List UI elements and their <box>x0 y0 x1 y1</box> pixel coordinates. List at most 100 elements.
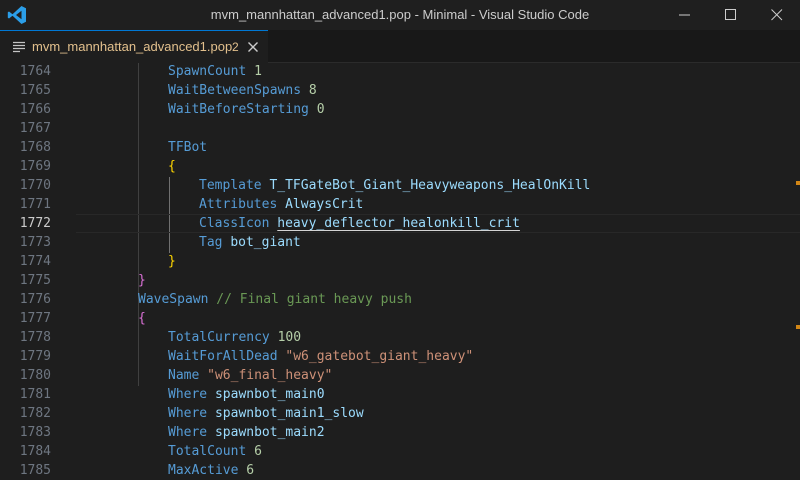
line-number: 1771 <box>19 197 51 212</box>
token: 8 <box>301 83 317 98</box>
code-text: TotalCount 6 <box>168 442 262 461</box>
code-line-1782[interactable]: 1782 Where spawnbot_main1_slow <box>0 404 800 423</box>
token: Where <box>168 387 208 402</box>
token: TotalCount <box>168 444 247 459</box>
code-text: Template T_TFGateBot_Giant_Heavyweapons_… <box>199 176 590 195</box>
close-icon <box>771 9 783 21</box>
close-tab-icon[interactable] <box>247 41 259 53</box>
code-text: Tag bot_giant <box>199 233 301 252</box>
code-text: Attributes AlwaysCrit <box>199 195 363 214</box>
token: Template <box>199 178 262 193</box>
code-text: Where spawnbot_main0 <box>168 385 325 404</box>
code-text: } <box>168 252 176 271</box>
line-number: 1765 <box>19 83 51 98</box>
token: TFBot <box>168 140 208 155</box>
token: SpawnCount <box>168 64 247 79</box>
code-line-1764[interactable]: 1764 SpawnCount 1 <box>0 63 800 81</box>
minimize-icon <box>679 14 690 16</box>
code-text: } <box>138 271 146 290</box>
code-line-1780[interactable]: 1780 Name "w6_final_heavy" <box>0 366 800 385</box>
token: MaxActive <box>168 463 239 478</box>
code-line-1771[interactable]: 1771 Attributes AlwaysCrit <box>0 195 800 214</box>
code-text: TFBot <box>168 138 207 157</box>
code-line-1767[interactable]: 1767 <box>0 119 800 138</box>
overview-ruler-marker <box>796 325 800 329</box>
code-line-1783[interactable]: 1783 Where spawnbot_main2 <box>0 423 800 442</box>
code-line-1769[interactable]: 1769 { <box>0 157 800 176</box>
code-text: { <box>168 157 176 176</box>
code-line-1773[interactable]: 1773 Tag bot_giant <box>0 233 800 252</box>
code-line-1777[interactable]: 1777 { <box>0 309 800 328</box>
token: AlwaysCrit <box>285 197 364 212</box>
line-number: 1779 <box>19 349 51 364</box>
token: TotalCurrency <box>168 330 270 345</box>
token: } <box>168 254 176 269</box>
code-line-1774[interactable]: 1774} <box>0 252 800 271</box>
line-number: 1777 <box>19 311 51 326</box>
code-text: WaitBetweenSpawns 8 <box>168 81 317 100</box>
token: Where <box>168 406 208 421</box>
code-line-1766[interactable]: 1766 WaitBeforeStarting 0 <box>0 100 800 119</box>
token: Where <box>168 425 208 440</box>
code-text: Where spawnbot_main2 <box>168 423 325 442</box>
token: { <box>168 159 176 174</box>
code-line-1765[interactable]: 1765 WaitBetweenSpawns 8 <box>0 81 800 100</box>
line-number: 1764 <box>19 64 51 79</box>
code-line-1770[interactable]: 1770 Template T_TFGateBot_Giant_Heavyweap… <box>0 176 800 195</box>
line-number: 1770 <box>19 178 51 193</box>
code-line-1778[interactable]: 1778 TotalCurrency 100 <box>0 328 800 347</box>
code-line-1785[interactable]: 1785 MaxActive 6 <box>0 461 800 480</box>
token: 6 <box>246 444 262 459</box>
line-number: 1780 <box>19 368 51 383</box>
code-line-1768[interactable]: 1768 TFBot <box>0 138 800 157</box>
line-number: 1775 <box>19 273 51 288</box>
code-text: WaveSpawn // Final giant heavy push <box>138 290 412 309</box>
tab-label: mvm_mannhattan_advanced1.pop <box>32 39 233 54</box>
line-number: 1768 <box>19 140 51 155</box>
token: spawnbot_main0 <box>214 387 325 402</box>
maximize-icon <box>725 9 736 20</box>
overview-ruler-marker <box>796 181 800 185</box>
file-lines-icon <box>13 41 25 53</box>
code-text: Name "w6_final_heavy" <box>168 366 332 385</box>
line-number: 1778 <box>19 330 51 345</box>
code-line-1772[interactable]: 1772 ClassIcon heavy_deflector_healonkill… <box>0 214 800 233</box>
line-number: 1783 <box>19 425 51 440</box>
token: ClassIcon <box>199 216 270 231</box>
token: { <box>138 311 146 326</box>
minimize-button[interactable] <box>662 0 708 30</box>
code-text: TotalCurrency 100 <box>168 328 301 347</box>
maximize-button[interactable] <box>708 0 754 30</box>
code-text: Where spawnbot_main1_slow <box>168 404 364 423</box>
tab-mvm-mannhattan-advanced1[interactable]: mvm_mannhattan_advanced1.pop 2 <box>0 30 268 63</box>
code-line-1776[interactable]: 1776 WaveSpawn // Final giant heavy push <box>0 290 800 309</box>
token: Attributes <box>199 197 278 212</box>
code-text: MaxActive 6 <box>168 461 254 480</box>
code-line-1775[interactable]: 1775} <box>0 271 800 290</box>
token: heavy_deflector_healonkill_crit <box>277 216 520 231</box>
token: 1 <box>246 64 262 79</box>
code-editor[interactable]: 1764 SpawnCount 1 1765 WaitBetweenSpawns 81… <box>0 63 800 480</box>
token: WaveSpawn <box>138 292 209 307</box>
token: "w6_final_heavy" <box>207 368 333 383</box>
line-number: 1774 <box>19 254 51 269</box>
code-line-1779[interactable]: 1779 WaitForAllDead "w6_gatebot_giant_hea… <box>0 347 800 366</box>
vertical-scrollbar[interactable] <box>786 63 800 480</box>
token: spawnbot_main1_slow <box>214 406 364 421</box>
code-text: WaitForAllDead "w6_gatebot_giant_heavy" <box>168 347 473 366</box>
line-number: 1769 <box>19 159 51 174</box>
token: WaitBeforeStarting <box>168 102 309 117</box>
code-text: WaitBeforeStarting 0 <box>168 100 325 119</box>
code-text: ClassIcon heavy_deflector_healonkill_cri… <box>199 214 520 233</box>
code-line-1781[interactable]: 1781 Where spawnbot_main0 <box>0 385 800 404</box>
close-window-button[interactable] <box>754 0 800 30</box>
problem-count-badge: 2 <box>232 40 239 54</box>
token: 6 <box>238 463 255 478</box>
code-line-1784[interactable]: 1784 TotalCount 6 <box>0 442 800 461</box>
token: 0 <box>308 102 325 117</box>
